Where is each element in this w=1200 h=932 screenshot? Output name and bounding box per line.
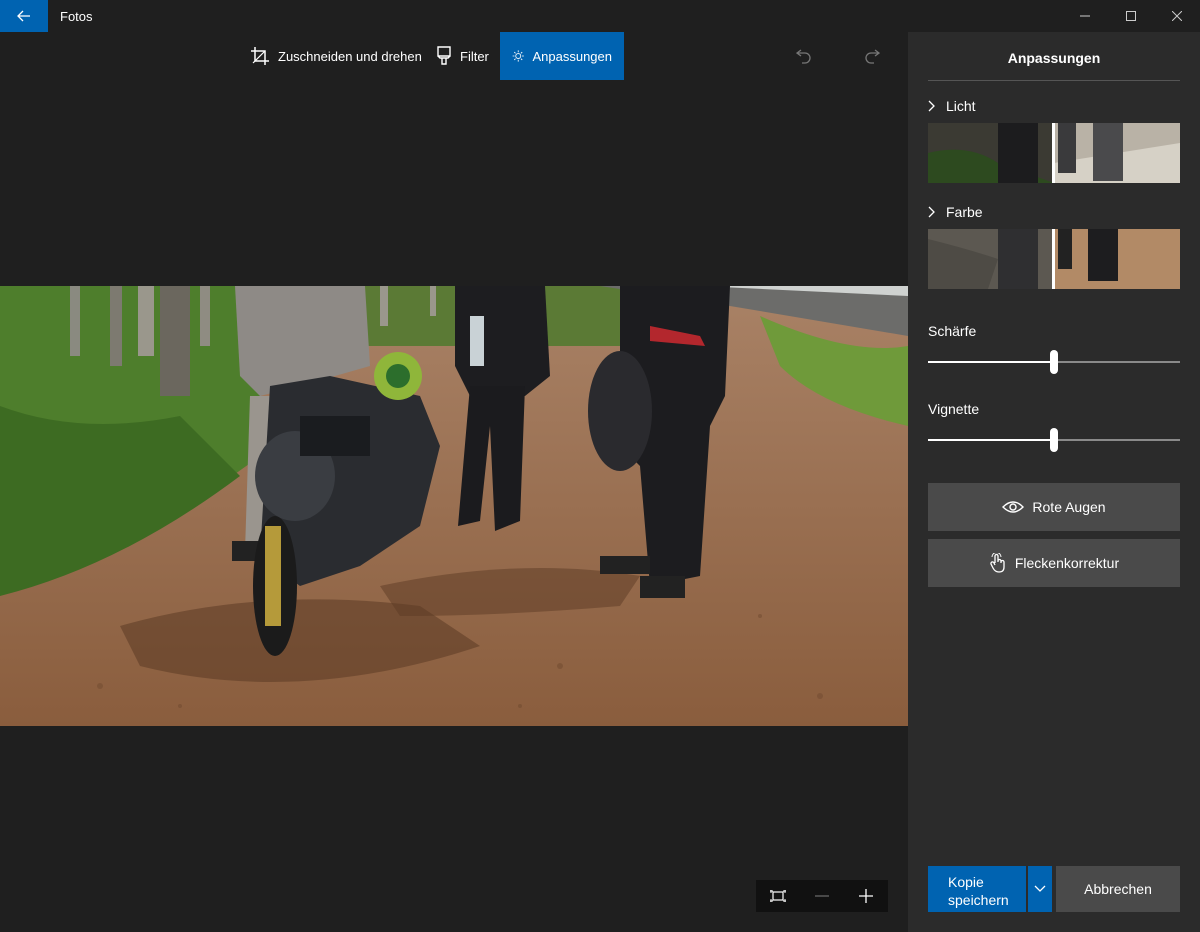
close-button[interactable]	[1154, 0, 1200, 32]
light-section-toggle[interactable]: Licht	[928, 96, 976, 116]
minus-icon	[815, 895, 829, 897]
chevron-down-icon	[1034, 885, 1046, 892]
chevron-right-icon	[928, 206, 935, 218]
fit-to-window-button[interactable]	[756, 880, 800, 912]
red-eye-label: Rote Augen	[1032, 499, 1106, 515]
close-icon	[1172, 11, 1182, 21]
adjustments-label: Anpassungen	[532, 48, 612, 64]
sharpness-label: Schärfe	[928, 323, 977, 339]
crop-rotate-button[interactable]: Zuschneiden und drehen	[238, 32, 434, 80]
spot-fix-button[interactable]: Fleckenkorrektur	[928, 539, 1180, 587]
panel-divider	[928, 80, 1180, 81]
vignette-slider[interactable]	[928, 428, 1180, 452]
plus-icon	[859, 889, 873, 903]
photo-illustration	[0, 286, 908, 726]
touch-hand-icon	[990, 553, 1005, 573]
light-preview-slider[interactable]	[928, 123, 1180, 183]
crop-icon	[251, 47, 269, 65]
light-label: Licht	[946, 98, 976, 114]
color-label: Farbe	[946, 204, 983, 220]
editor-toolbar: Zuschneiden und drehen Filter Anpassunge…	[0, 32, 908, 80]
save-copy-label-line1: Kopie	[948, 874, 984, 890]
fit-window-icon	[770, 890, 786, 902]
brightness-icon	[512, 50, 524, 62]
brush-icon	[437, 46, 451, 65]
zoom-controls	[756, 880, 888, 912]
light-split-handle[interactable]	[1052, 123, 1055, 183]
title-bar: Fotos	[0, 0, 1200, 32]
cancel-button[interactable]: Abbrechen	[1056, 866, 1180, 912]
minimize-icon	[1080, 15, 1090, 17]
filter-label: Filter	[460, 48, 489, 64]
vignette-thumb[interactable]	[1050, 428, 1058, 452]
red-eye-button[interactable]: Rote Augen	[928, 483, 1180, 531]
redo-button[interactable]	[856, 32, 896, 80]
color-preview-slider[interactable]	[928, 229, 1180, 289]
vignette-track-fill	[928, 439, 1054, 441]
save-copy-label-line2: speichern	[948, 892, 1009, 908]
panel-title: Anpassungen	[1007, 50, 1101, 66]
save-copy-button[interactable]: Kopie speichern	[928, 866, 1026, 912]
back-arrow-icon	[17, 10, 30, 22]
zoom-in-button[interactable]	[844, 880, 888, 912]
crop-rotate-label: Zuschneiden und drehen	[278, 48, 422, 64]
vignette-label: Vignette	[928, 401, 980, 417]
adjustments-button[interactable]: Anpassungen	[500, 32, 624, 80]
sharpness-track-fill	[928, 361, 1054, 363]
undo-button[interactable]	[788, 32, 828, 80]
vignette-track	[1054, 439, 1180, 441]
undo-icon	[796, 49, 811, 64]
sharpness-slider[interactable]	[928, 350, 1180, 374]
color-split-handle[interactable]	[1052, 229, 1055, 289]
edited-photo	[0, 286, 908, 726]
maximize-button[interactable]	[1108, 0, 1154, 32]
photo-canvas[interactable]	[0, 80, 908, 932]
adjustments-panel: Anpassungen Licht Farbe Schärfe Vignette…	[908, 32, 1200, 932]
minimize-button[interactable]	[1062, 0, 1108, 32]
sharpness-track	[1054, 361, 1180, 363]
redo-icon	[865, 49, 880, 64]
back-button[interactable]	[0, 0, 48, 32]
zoom-out-button[interactable]	[800, 880, 844, 912]
color-section-toggle[interactable]: Farbe	[928, 202, 983, 222]
sharpness-thumb[interactable]	[1050, 350, 1058, 374]
eye-icon	[1002, 501, 1025, 513]
save-options-dropdown[interactable]	[1028, 866, 1052, 912]
app-title: Fotos	[60, 9, 93, 24]
filter-button[interactable]: Filter	[424, 32, 501, 80]
maximize-icon	[1126, 11, 1136, 21]
chevron-right-icon	[928, 100, 935, 112]
cancel-label: Abbrechen	[1084, 881, 1152, 897]
spot-fix-label: Fleckenkorrektur	[1014, 555, 1120, 571]
